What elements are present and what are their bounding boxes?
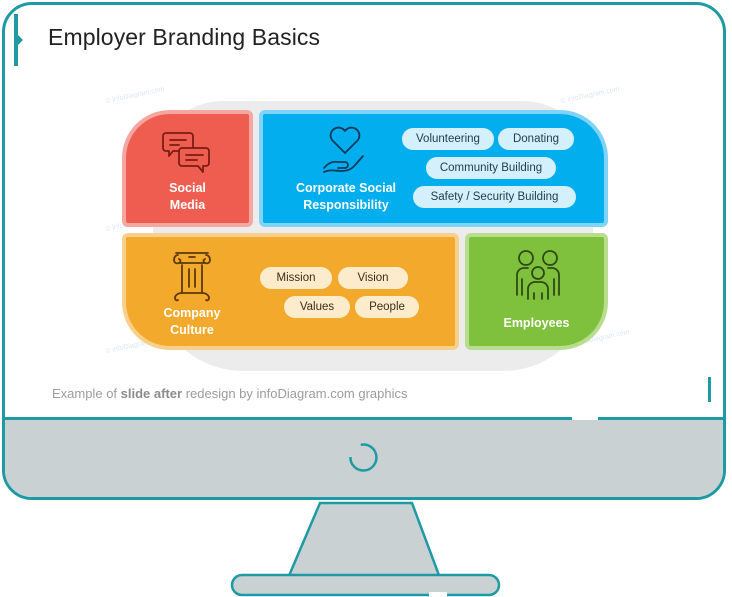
label-line: Social: [169, 181, 206, 195]
family-people-icon: [516, 250, 560, 300]
caption-bold: slide after: [120, 386, 183, 401]
tile-label: Corporate Social Responsibility: [283, 180, 409, 214]
caption-suffix: redesign by infoDiagram.com graphics: [182, 386, 408, 401]
tile-label: Employees: [503, 316, 570, 330]
pill-donating[interactable]: Donating: [498, 128, 574, 150]
label-line: Company: [163, 306, 221, 320]
label-line: Culture: [170, 323, 214, 337]
slide-title: Employer Branding Basics: [48, 24, 321, 50]
caption-prefix: Example of: [52, 386, 121, 401]
pill-safety-security-building[interactable]: Safety / Security Building: [413, 186, 576, 208]
tile-employees[interactable]: Employees: [465, 233, 608, 350]
label-line: Responsibility: [303, 198, 389, 212]
bezel-gap: [572, 417, 598, 420]
pill-vision[interactable]: Vision: [338, 267, 408, 289]
column-pillar-icon: [173, 252, 211, 302]
heart-in-hand-icon: [323, 126, 364, 173]
decorative-tick: [708, 377, 711, 402]
pill-values[interactable]: Values: [284, 296, 350, 318]
pill-community-building[interactable]: Community Building: [426, 157, 556, 179]
tile-corporate-social-responsibility[interactable]: Corporate Social Responsibility Voluntee…: [259, 110, 608, 227]
tile-label: Social Media: [126, 180, 249, 214]
tile-label: Company Culture: [140, 305, 244, 339]
caption: Example of slide after redesign by infoD…: [52, 386, 408, 401]
pill-volunteering[interactable]: Volunteering: [402, 128, 494, 150]
power-icon: [349, 443, 378, 472]
title-accent-notch: [18, 35, 23, 45]
tile-company-culture[interactable]: Company Culture Mission Vision Values Pe…: [122, 233, 459, 350]
pill-people[interactable]: People: [355, 296, 419, 318]
label-line: Corporate Social: [295, 181, 397, 195]
chat-bubbles-icon: [162, 132, 210, 173]
pill-mission[interactable]: Mission: [260, 267, 332, 289]
tile-social-media[interactable]: Social Media: [122, 110, 253, 227]
label-line: Media: [169, 198, 206, 212]
